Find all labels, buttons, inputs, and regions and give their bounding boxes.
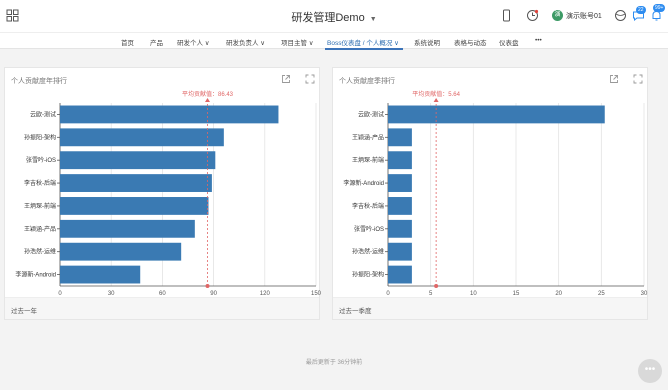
user-menu[interactable]: 演 演示账号01 (552, 9, 602, 22)
panel-footer: 过去一季度 (333, 297, 647, 319)
category-label: 孙浩然-运维 (24, 248, 56, 256)
bar (60, 242, 182, 261)
mobile-icon[interactable] (500, 9, 513, 22)
average-dot (205, 284, 210, 288)
nav-item-product[interactable]: 产品 (150, 37, 163, 47)
category-label: 孙振阳-架构 (352, 271, 384, 279)
panel-title: 个人贡献度年排行 (11, 78, 67, 85)
nav-item-boss-dashboard[interactable]: Boss仪表盘 / 个人概况 ∨ (327, 37, 399, 47)
bar (60, 197, 209, 215)
page-title-text: 研发管理Demo (291, 12, 365, 24)
average-label: 平均贡献值：5.64 (412, 90, 460, 98)
panel-footer-label: 过去一年 (11, 308, 37, 315)
nav-item-dev-lead[interactable]: 研发负责人 ∨ (226, 37, 265, 47)
category-label: 张雪吟-iOS (26, 156, 56, 164)
average-dot (434, 284, 439, 288)
nav-item-system-docs[interactable]: 系统说明 (414, 37, 440, 47)
bar (388, 174, 412, 192)
category-label: 张雪吟-iOS (354, 225, 384, 233)
bar (388, 105, 605, 124)
main-nav: 首页 产品 研发个人 ∨ 研发负责人 ∨ 项目主管 ∨ Boss仪表盘 / 个人… (0, 32, 668, 50)
category-label: 王颖涵-产品 (24, 225, 56, 233)
bar (388, 128, 412, 147)
average-label: 平均贡献值：86.43 (182, 90, 234, 98)
notification-badge: 99+ (653, 4, 666, 12)
average-arrow (205, 98, 211, 102)
bar (388, 151, 412, 170)
message-badge: 22 (636, 6, 646, 14)
category-label: 李吉秋-后端 (352, 202, 384, 210)
bar (60, 219, 195, 238)
bar (60, 265, 141, 284)
bar (388, 219, 412, 238)
category-label: 李源新-Android (15, 271, 56, 279)
category-label: 李吉秋-后端 (24, 179, 56, 187)
floating-action-button[interactable]: ••• (638, 359, 662, 383)
globe-icon[interactable] (614, 9, 627, 22)
nav-item-dev-personal[interactable]: 研发个人 ∨ (177, 37, 210, 47)
category-label: 云欧-测试 (30, 110, 56, 118)
category-label: 王炳琛-前端 (24, 202, 56, 210)
category-label: 李源新-Android (343, 179, 384, 187)
category-label: 云欧-测试 (358, 110, 384, 118)
bar (60, 105, 279, 124)
last-updated-text: 最后更新于 36分钟前 (305, 360, 363, 366)
category-label: 孙浩然-运维 (352, 248, 384, 256)
panel-quarterly-ranking: 个人贡献度季排行 0 5 10 15 20 25 30 云欧-测试 王颖涵-产品 王炳琛-前端 李源… (332, 67, 648, 320)
top-bar: 研发管理Demo ▼ 演 演示账号01 22 99+ (0, 0, 668, 32)
panel-yearly-ranking: 个人贡献度年排行 0 30 60 90 120 150 云欧-测试 孙振阳-架构 张雪吟-iOS… (4, 67, 321, 320)
chevron-down-icon: ▼ (369, 16, 377, 23)
fullscreen-icon[interactable] (305, 74, 315, 84)
panel-title: 个人贡献度季排行 (339, 78, 395, 85)
yearly-ranking-chart: 0 30 60 90 120 150云欧-测试孙振阳-架构张雪吟-iOS李吉秋-后端王炳琛… (15, 90, 321, 297)
bar (388, 265, 412, 284)
active-tab-indicator (325, 48, 403, 50)
clock-icon[interactable] (526, 9, 539, 22)
panel-footer-label: 过去一季度 (339, 308, 372, 315)
nav-item-tables[interactable]: 表格与动态 (454, 37, 487, 47)
bar (388, 197, 412, 215)
avatar: 演 (552, 10, 563, 21)
category-label: 王颖涵-产品 (352, 133, 384, 141)
nav-item-project-manager[interactable]: 项目主管 ∨ (281, 37, 314, 47)
quarterly-ranking-chart: 0 5 10 15 20 25 30云欧-测试王颖涵-产品王炳琛-前端李源新-Android… (343, 90, 648, 297)
nav-more-button[interactable]: ••• (535, 37, 542, 44)
bar (60, 128, 224, 147)
user-name: 演示账号01 (566, 12, 602, 20)
bar (388, 242, 412, 261)
fullscreen-icon[interactable] (633, 74, 643, 84)
nav-item-home[interactable]: 首页 (121, 37, 134, 47)
category-label: 孙振阳-架构 (24, 133, 56, 141)
open-external-icon[interactable] (281, 74, 291, 84)
more-icon: ••• (644, 364, 656, 375)
average-arrow (433, 98, 439, 102)
bar (60, 174, 212, 192)
open-external-icon[interactable] (609, 74, 619, 84)
bar (60, 151, 216, 170)
category-label: 王炳琛-前端 (352, 156, 384, 164)
panel-footer: 过去一年 (5, 297, 319, 319)
nav-item-dashboard[interactable]: 仪表盘 (499, 37, 519, 47)
